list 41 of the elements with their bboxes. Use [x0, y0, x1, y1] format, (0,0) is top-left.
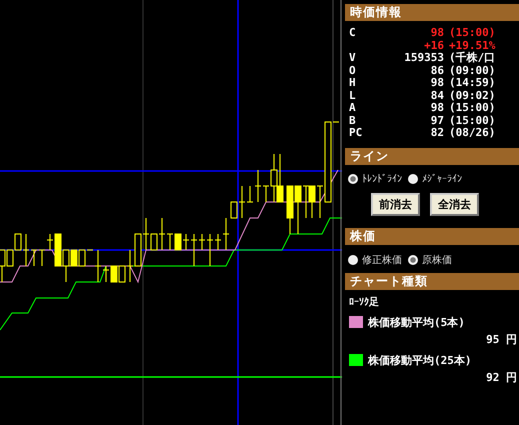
radio-option[interactable]: ﾄﾚﾝﾄﾞﾗｲﾝ [348, 172, 402, 184]
field-label: C [349, 27, 357, 40]
field-value: 84 [430, 90, 445, 102]
field-value: 98 [430, 27, 445, 40]
field-label: V [349, 52, 357, 64]
section-header: 時価情報 [345, 4, 519, 21]
radio-option[interactable]: 修正株価 [348, 252, 402, 266]
section-header: チャート種類 [345, 272, 519, 290]
radio-option[interactable]: ﾒｼﾞｬｰﾗｲﾝ [408, 172, 462, 184]
field-detail: (09:00) [449, 64, 496, 77]
field-label: H [349, 77, 357, 90]
chart-type-label: ﾛｰｿｸ足 [348, 296, 380, 310]
clear-button[interactable]: 前消去 [371, 192, 420, 216]
field-detail: (15:00) [449, 114, 496, 127]
field-detail: (千株/口 [449, 52, 496, 64]
field-detail: (15:00) [449, 102, 496, 114]
field-value: 97 [430, 114, 445, 127]
field-label: B [349, 114, 357, 127]
field-detail: (15:00) [449, 27, 496, 40]
field-detail: (08/26) [449, 127, 496, 140]
field-value: 86 [430, 64, 445, 77]
field-detail: (09:02) [449, 90, 496, 102]
legend-label: 株価移動平均(5本) [368, 314, 465, 330]
section-header: 株価 [345, 228, 519, 244]
field-value: 82 [430, 127, 445, 140]
field-value: 159353 [403, 52, 445, 64]
field-label: L [349, 90, 357, 102]
field-value: 98 [430, 77, 445, 90]
legend-label: 株価移動平均(25本) [368, 352, 472, 368]
legend-value: 95 円 [486, 332, 517, 346]
field-label: A [349, 102, 357, 114]
field-label: PC [349, 127, 364, 140]
section-header: ライン [345, 148, 519, 164]
field-value: 98 [430, 102, 445, 114]
field-value: +16 [423, 40, 445, 52]
field-detail: +19.51% [449, 40, 496, 52]
radio-option[interactable]: 原株価 [408, 252, 452, 266]
field-label: O [349, 64, 357, 77]
field-detail: (14:59) [449, 77, 496, 90]
clear-button[interactable]: 全消去 [430, 192, 479, 216]
legend-value: 92 円 [486, 370, 517, 384]
